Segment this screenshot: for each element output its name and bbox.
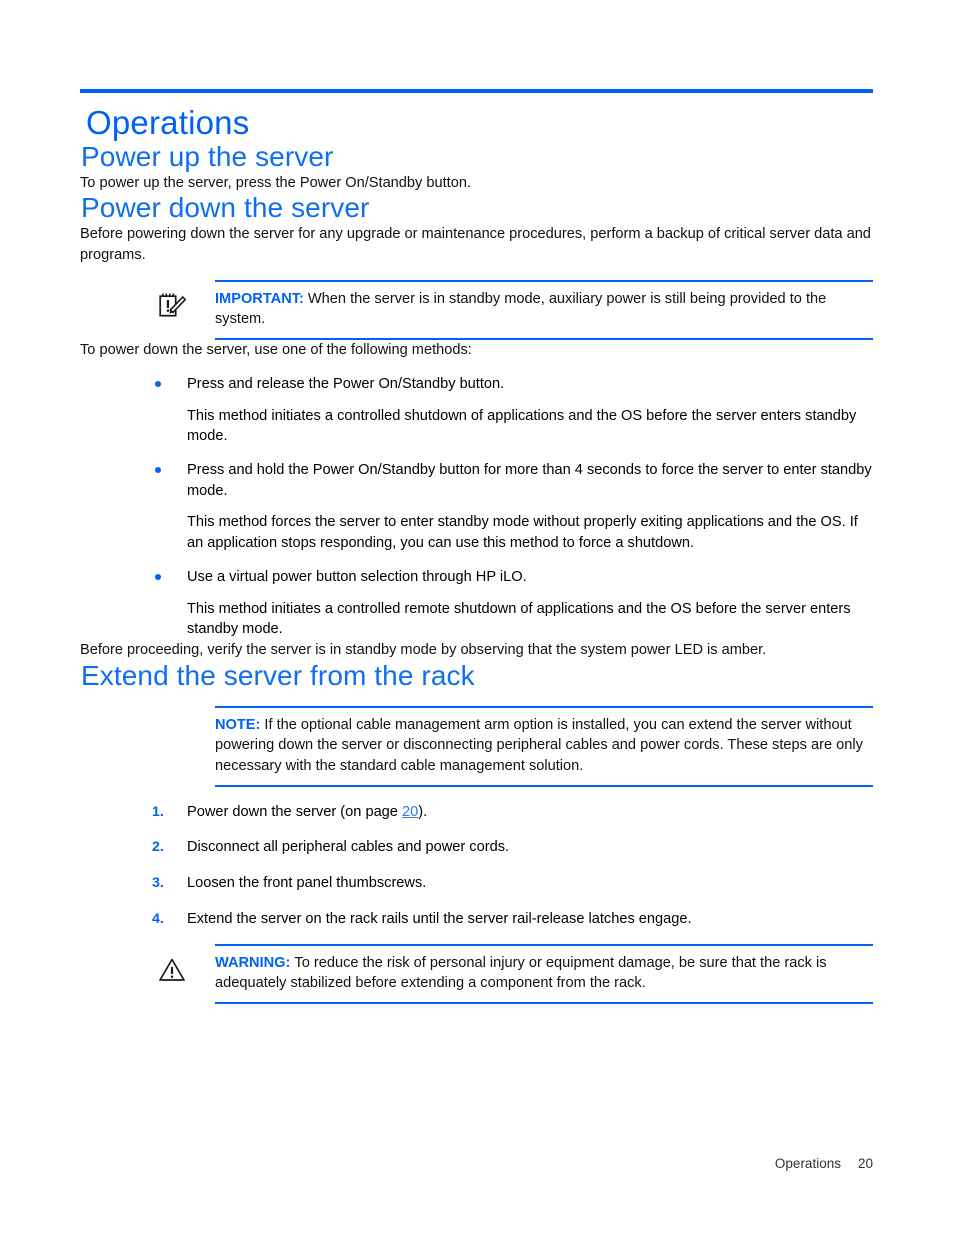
power-down-methods-list: Press and release the Power On/Standby b… [80, 374, 873, 640]
warning-callout-body: WARNING: To reduce the risk of personal i… [215, 943, 873, 1005]
bullet-detail: This method initiates a controlled remot… [187, 600, 851, 638]
note-callout-text: NOTE: If the optional cable management ar… [215, 715, 873, 777]
important-text: When the server is in standby mode, auxi… [215, 290, 827, 328]
warning-triangle-icon [157, 956, 187, 984]
warning-callout: WARNING: To reduce the risk of personal i… [151, 943, 873, 1005]
list-item: Press and hold the Power On/Standby butt… [155, 460, 873, 554]
list-item: 1. Power down the server (on page 20). [152, 802, 873, 823]
bullet-detail: This method initiates a controlled shutd… [187, 407, 857, 445]
list-item: 3. Loosen the front panel thumbscrews. [152, 873, 873, 894]
important-callout-text: IMPORTANT: When the server is in standby … [215, 289, 873, 330]
bullet-dot-icon [155, 380, 161, 387]
important-callout: IMPORTANT: When the server is in standby … [151, 279, 873, 341]
note-text: If the optional cable management arm opt… [215, 716, 863, 774]
power-down-closing: Before proceeding, verify the server is … [80, 642, 767, 659]
bullet-text: Press and hold the Power On/Standby butt… [187, 462, 872, 499]
power-down-intro: Before powering down the server for any … [80, 226, 871, 263]
bullet-dot-icon [155, 467, 161, 473]
note-callout: NOTE: If the optional cable management ar… [151, 705, 873, 787]
list-item: 2. Disconnect all peripheral cables and … [152, 837, 873, 858]
bullet-detail: This method forces the server to enter s… [187, 514, 858, 552]
page-reference-link[interactable]: 20 [402, 804, 418, 820]
note-callout-body: NOTE: If the optional cable management ar… [215, 705, 873, 787]
step-number: 2. [152, 839, 164, 856]
section-heading-extend: Extend the server from the rack [81, 659, 475, 691]
important-label: IMPORTANT: [215, 290, 304, 307]
step-number: 4. [152, 910, 164, 927]
notepad-pencil-icon [157, 292, 187, 320]
warning-label: WARNING: [215, 954, 291, 971]
section-heading-power-up: Power up the server [81, 140, 334, 172]
step-number: 1. [152, 803, 164, 820]
step-number: 3. [152, 875, 164, 892]
chapter-top-rule [80, 89, 873, 93]
extend-steps-list: 1. Power down the server (on page 20). 2… [80, 802, 873, 930]
step-text: Loosen the front panel thumbscrews. [187, 875, 427, 892]
page-content: Operations Power up the server To power … [80, 100, 873, 1005]
list-item: Use a virtual power button selection thr… [155, 567, 873, 640]
page-footer: Operations 20 [80, 1156, 873, 1171]
power-up-paragraph: To power up the server, press the Power … [80, 174, 472, 191]
footer-chapter: Operations [774, 1156, 841, 1171]
page-title: Operations [86, 104, 250, 141]
list-item: 4. Extend the server on the rack rails u… [152, 909, 873, 930]
bullet-text: Use a virtual power button selection thr… [187, 568, 527, 585]
step-text: Disconnect all peripheral cables and pow… [187, 839, 510, 856]
step-text-after: ). [418, 803, 428, 820]
bullet-text: Press and release the Power On/Standby b… [187, 375, 505, 392]
warning-callout-text: WARNING: To reduce the risk of personal i… [215, 953, 873, 994]
important-callout-body: IMPORTANT: When the server is in standby … [215, 279, 873, 341]
footer-page-number: 20 [857, 1156, 873, 1171]
power-down-methods-intro: To power down the server, use one of the… [80, 342, 472, 359]
warning-text: To reduce the risk of personal injury or… [215, 954, 827, 992]
note-label: NOTE: [215, 716, 261, 733]
document-page: Operations Power up the server To power … [0, 0, 954, 1235]
step-text: Power down the server (on page [187, 803, 402, 820]
list-item: Press and release the Power On/Standby b… [155, 374, 873, 447]
section-heading-power-down: Power down the server [81, 192, 370, 224]
step-text: Extend the server on the rack rails unti… [187, 910, 692, 927]
bullet-dot-icon [155, 573, 161, 580]
